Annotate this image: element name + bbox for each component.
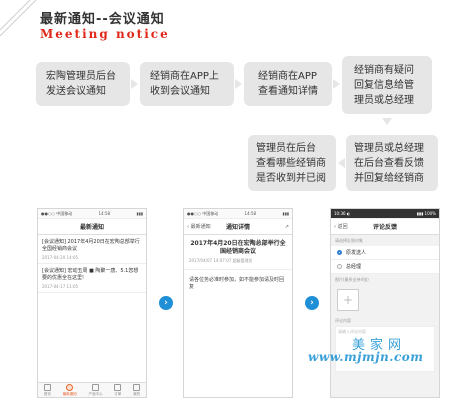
step-line: 收到会议通知 — [150, 86, 210, 97]
step-line: 理员或总经理 — [354, 94, 414, 106]
notice-detail-body: 请各位务必准时参加，如不能参加请及时回复 — [189, 277, 285, 290]
radio-unchecked-icon — [337, 264, 342, 269]
tab-orders[interactable]: 订单 — [114, 383, 122, 397]
step-line: 并回复给经销商 — [354, 172, 424, 184]
notice-title: [会议通知] 宏动五周 ■ 陶聚一唐、5.1您想要的优惠全在这里! — [42, 268, 139, 281]
status-time: 10:36 ◐ — [334, 211, 351, 216]
notice-time: 2017-04-20 14:05 — [42, 255, 79, 260]
carrier-text: ●●○○ 中国移动 — [41, 211, 73, 216]
tab-label: 我的 — [133, 391, 141, 396]
back-button[interactable]: ‹ 返回 — [334, 223, 348, 230]
flow-step-1: 宏陶管理员后台 发送会议通知 — [36, 62, 130, 106]
phone-notice-detail: ●●○○ 中国移动 14:58 ▮▮▮ ‹ 最新通知 通知详情 ↗ 2017年4… — [183, 208, 293, 398]
list-item[interactable]: [会议通知] 2017年4月20日在宏陶总部举行全国经销商会议 2017-04-… — [38, 235, 146, 264]
tab-label: 订单 — [114, 391, 122, 396]
status-bar: 10:36 ◐ ▮▮▮ 100% — [331, 209, 439, 219]
step-line: 管理员或总经理 — [354, 142, 424, 154]
flow-step-2: 经销商在APP上 收到会议通知 — [140, 62, 234, 106]
flow-step-4: 经销商有疑问 回复信息给管 理员或总经理 — [342, 56, 432, 114]
step-line: 查看通知详情 — [258, 86, 318, 97]
flow-arrow-right — [235, 79, 242, 89]
battery-icon: ▮▮▮ — [136, 211, 143, 216]
flow-arrow-down — [382, 118, 392, 125]
step-line: 宏陶管理员后台 — [46, 71, 116, 82]
step-line: 经销商在APP上 — [150, 71, 219, 82]
list-item[interactable]: [会议通知] 宏动五周 ■ 陶聚一唐、5.1您想要的优惠全在这里! 2017-0… — [38, 264, 146, 293]
flow-step-5: 管理员在后台 查看哪些经销商 是否收到并已阅 — [248, 135, 336, 191]
nav-title: 最新通知 — [79, 224, 104, 231]
status-bar: ●●○○ 中国移动 14:58 ▮▮▮ — [184, 209, 292, 219]
page-title: 最新通知--会议通知 — [40, 12, 165, 27]
step-line: 经销商有疑问 — [354, 64, 414, 76]
step-line: 发送会议通知 — [46, 86, 106, 97]
notice-time: 2017-04-17 11:05 — [42, 284, 79, 289]
carrier-text: ●●○○ 中国移动 — [187, 211, 219, 216]
step-line: 经销商在APP — [258, 71, 317, 82]
tab-label: 产品中心 — [88, 391, 103, 396]
share-icon[interactable]: ↗ — [285, 224, 289, 230]
home-icon — [43, 383, 51, 391]
page-subtitle: Meeting notice — [40, 27, 170, 41]
status-time: 14:58 — [244, 211, 257, 216]
corner-decoration — [0, 0, 36, 36]
product-icon — [91, 383, 99, 391]
phone-notice-list: ●●○○ 中国移动 14:58 ▮▮▮ 最新通知 [会议通知] 2017年4月2… — [37, 208, 147, 398]
battery-icon: ▮▮▮ 100% — [416, 211, 436, 216]
nav-bar: ‹ 返回 评论反馈 — [331, 219, 439, 235]
nav-title: 通知详情 — [225, 224, 250, 231]
radio-original-sender[interactable]: 原发送人 — [331, 246, 439, 260]
add-image-button[interactable]: + — [337, 289, 359, 311]
flow-arrow-right — [131, 79, 138, 89]
step-line: 管理员在后台 — [256, 142, 316, 154]
flow-step-6: 管理员或总经理 在后台查看反馈 并回复给经销商 — [346, 135, 438, 191]
tab-label: 首页 — [43, 391, 51, 396]
order-icon — [114, 383, 122, 391]
radio-general-manager[interactable]: 总经理 — [331, 260, 439, 274]
back-button[interactable]: ‹ 最新通知 — [187, 223, 211, 230]
radio-label: 总经理 — [346, 264, 362, 270]
tab-mine[interactable]: 我的 — [133, 383, 141, 397]
step-line: 在后台查看反馈 — [354, 157, 424, 169]
tab-home[interactable]: 首页 — [43, 383, 51, 397]
notice-title: [会议通知] 2017年4月20日在宏陶总部举行全国经销商会议 — [42, 239, 140, 252]
step-line: 回复信息给管 — [354, 79, 414, 91]
tab-label: 最新通知 — [62, 391, 77, 396]
notice-icon — [66, 383, 74, 391]
status-bar: ●●○○ 中国移动 14:58 ▮▮▮ — [38, 209, 146, 219]
nav-bar: ‹ 最新通知 通知详情 ↗ — [184, 219, 292, 235]
next-arrow-icon: › — [305, 296, 319, 310]
phone-feedback: 10:36 ◐ ▮▮▮ 100% ‹ 返回 评论反馈 请选择反馈对象 原发送人 … — [330, 208, 440, 398]
tab-products[interactable]: 产品中心 — [88, 383, 103, 397]
image-section-label: 图片(最多支持4张) — [331, 274, 439, 285]
step-line: 查看哪些经销商 — [256, 157, 326, 169]
battery-icon: ▮▮▮ — [282, 211, 289, 216]
step-line: 是否收到并已阅 — [256, 172, 326, 184]
flow-step-3: 经销商在APP 查看通知详情 — [244, 62, 332, 106]
notice-detail-meta: 2017/04/07 14:07:07 超级管理员 — [184, 258, 292, 270]
tab-bar: 首页 最新通知 产品中心 订单 我的 — [38, 382, 146, 397]
user-icon — [133, 383, 141, 391]
flow-arrow-right — [333, 79, 340, 89]
notice-detail-title: 2017年4月20日在宏陶总部举行全国经销商会议 — [190, 240, 286, 255]
nav-title: 评论反馈 — [372, 224, 397, 231]
tab-notices[interactable]: 最新通知 — [62, 383, 77, 397]
nav-bar: 最新通知 — [38, 219, 146, 235]
radio-label: 原发送人 — [346, 250, 367, 256]
status-time: 14:58 — [98, 211, 111, 216]
watermark-url: www.mjmjn.com — [308, 350, 424, 364]
recipient-section-label: 请选择反馈对象 — [331, 235, 439, 246]
flow-arrow-left — [338, 158, 345, 168]
next-arrow-icon: › — [159, 296, 173, 310]
radio-checked-icon — [337, 250, 342, 255]
comment-section-label: 评论内容 — [331, 315, 439, 326]
